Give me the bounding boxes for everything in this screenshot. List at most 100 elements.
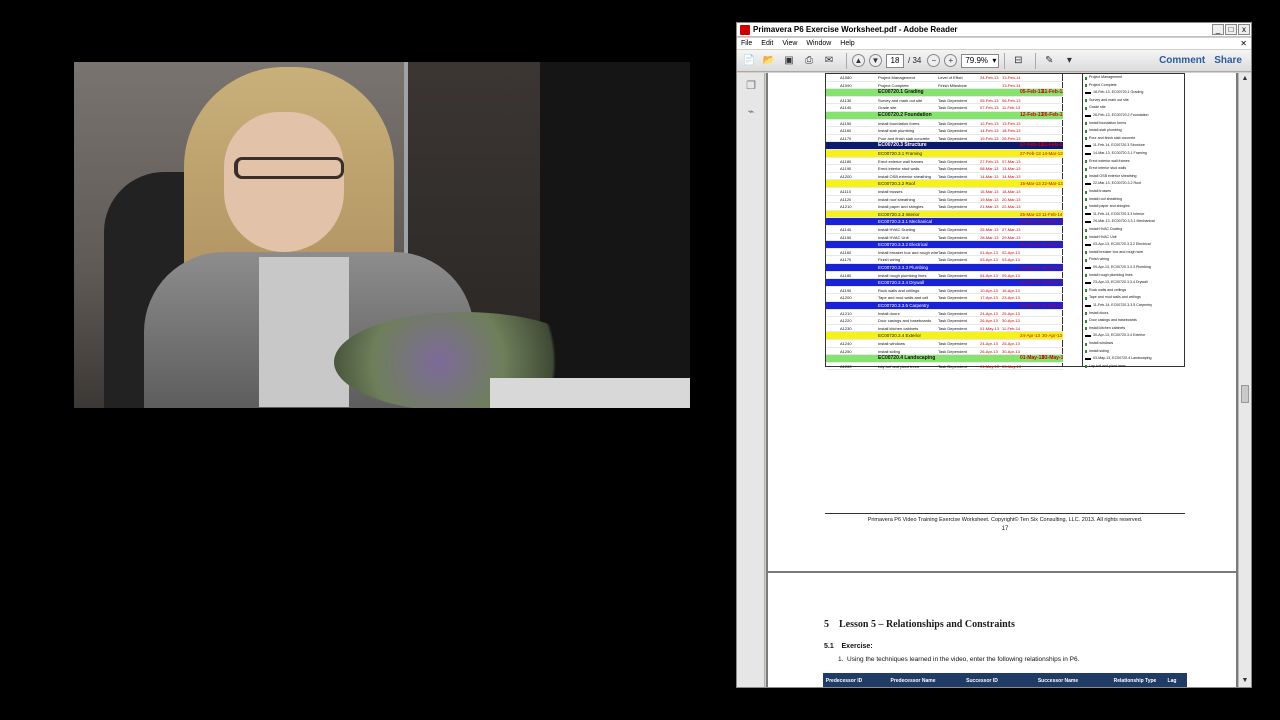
activity-name: Lay turf and plant trees	[878, 363, 919, 369]
maximize-button[interactable]: □	[1225, 24, 1237, 35]
activity-name: Install kitchen cabinets	[878, 325, 919, 331]
gantt-activity-row: A1230 Install kitchen cabinets Task Depend…	[826, 325, 1063, 333]
activity-id: A1220	[840, 318, 852, 324]
gantt-bar-label: Install windows	[1089, 341, 1114, 345]
gantt-bar-label: Finish wiring	[1089, 257, 1109, 262]
gantt-bar-label: 22-Mar-13, EC00720.3.2 Roof	[1093, 181, 1142, 186]
activity-id: A1180	[840, 272, 852, 278]
fit-page-icon[interactable]: ⊟	[1010, 53, 1026, 69]
activity-name: Rock walls and ceilings	[878, 287, 920, 293]
gantt-activity-row: A1190 Rock walls and ceilings Task Depende…	[826, 287, 1063, 295]
menu-file[interactable]: File	[741, 40, 752, 47]
gantt-bar-label: 18-Feb-13, EC00720.1 Grading	[1093, 90, 1144, 95]
gantt-activity-row: A1170 Finish wiring Task Dependent 03-Apr-1…	[826, 256, 1063, 264]
start-date: 26-Apr-13	[980, 348, 998, 354]
next-page-icon[interactable]: ▼	[869, 54, 882, 67]
gantt-activity-row: A1080 Project Management Level of Effort 24…	[826, 74, 1063, 82]
zoom-out-icon[interactable]: −	[927, 54, 941, 67]
sign-tools-icon[interactable]: ✎	[1041, 53, 1057, 69]
start-date: 07-Feb-13	[980, 105, 999, 111]
vertical-scrollbar[interactable]: ▲ ▼	[1238, 73, 1251, 687]
page-footer: Primavera P6 Video Training Exercise Wor…	[867, 517, 1143, 523]
activity-type: Task Dependent	[938, 272, 967, 278]
gantt-activity-row: A1150 Install foundation forms Task Depend…	[826, 120, 1063, 128]
gantt-bar	[1085, 365, 1087, 369]
adobe-reader-window: Primavera P6 Exercise Worksheet.pdf - Ad…	[736, 22, 1252, 688]
open-icon[interactable]: 📂	[761, 53, 777, 69]
screen: Primavera P6 Exercise Worksheet.pdf - Ad…	[0, 0, 1280, 720]
menu-edit[interactable]: Edit	[761, 40, 773, 47]
page-number-input[interactable]: 18	[886, 53, 904, 68]
minimize-button[interactable]: _	[1212, 24, 1224, 35]
navigation-pane: ❐ ⌁	[737, 73, 765, 687]
gantt-activity-row: A1260 Lay turf and plant trees Task Depend…	[826, 363, 1063, 371]
zoom-in-icon[interactable]: +	[944, 54, 958, 67]
scroll-down-icon[interactable]: ▼	[1239, 675, 1251, 687]
start-date: 15-Mar-13	[1020, 181, 1041, 187]
gantt-bar	[1085, 304, 1091, 307]
activity-type: Task Dependent	[938, 363, 967, 369]
dropdown-chevron-icon[interactable]: ▾	[1061, 53, 1077, 69]
gantt-wbs-row: EC00720.3.1 Framing 27-Feb-1314-Mar-13	[826, 150, 1063, 158]
gantt-bar-label: Install doors	[1089, 310, 1109, 315]
menu-view[interactable]: View	[782, 40, 797, 47]
activity-type: Task Dependent	[938, 158, 967, 164]
section-heading: 5 Lesson 5 – Relationships and Constrain…	[824, 619, 1015, 630]
zoom-level-select[interactable]: 79.9%	[961, 53, 1000, 68]
activity-name: Door casings and baseboards	[878, 318, 932, 324]
email-icon[interactable]: ✉	[821, 53, 837, 69]
close-button[interactable]: x	[1238, 24, 1250, 35]
gantt-activity-row: A1110 Install trusses Task Dependent 15-Mar…	[826, 188, 1063, 196]
activity-name: Install HVAC Unit	[878, 234, 909, 240]
start-date: 25-Mar-13	[1020, 211, 1041, 217]
finish-date: 26-Feb-13	[1002, 135, 1021, 141]
activity-type: Task Dependent	[938, 227, 967, 232]
scroll-thumb[interactable]	[1241, 385, 1249, 403]
page-thumbnails-icon[interactable]: ❐	[744, 79, 758, 95]
presenter-glasses	[234, 157, 344, 179]
subsection-title: Exercise:	[841, 643, 873, 650]
gantt-activity-row: A1210 Install paper and shingles Task Depe…	[826, 203, 1063, 211]
gantt-bar	[1085, 251, 1087, 255]
gantt-bar	[1085, 357, 1091, 360]
scroll-up-icon[interactable]: ▲	[1239, 73, 1251, 85]
pdf-page-18: 5 Lesson 5 – Relationships and Constrain…	[768, 573, 1236, 687]
start-date: 19-Mar-13	[980, 196, 999, 202]
gantt-bar	[1085, 258, 1087, 262]
print-icon[interactable]: ⎙	[801, 53, 817, 69]
gantt-activity-row: A1180 Install rough plumbing lines Task De…	[826, 272, 1063, 280]
gantt-bar	[1085, 350, 1087, 354]
close-document-icon[interactable]: ✕	[1240, 39, 1247, 48]
gantt-activity-row: A1210 Install doors Task Dependent 24-Apr-1…	[826, 310, 1063, 318]
start-date: 04-Apr-13	[1020, 265, 1041, 270]
activity-id: A1260	[840, 363, 852, 369]
activity-name: Install roof sheathing	[878, 196, 915, 202]
attachments-icon[interactable]: ⌁	[744, 105, 758, 121]
activity-type: Task Dependent	[938, 105, 967, 111]
activity-name: EC00720.3.3.5 Carpentry	[878, 303, 930, 308]
start-date: 26-Apr-13	[980, 318, 998, 324]
comment-button[interactable]: Comment	[1159, 55, 1205, 66]
gantt-bar	[1085, 228, 1087, 232]
finish-date: 26-Feb-13	[1042, 112, 1063, 118]
gantt-bar-label: 29-Mar-13, EC00720.3.3.1 Mechanical	[1093, 219, 1155, 224]
gantt-bar-label: Tape and mud walls and ceilings	[1089, 295, 1141, 300]
activity-id: A1200	[840, 295, 852, 301]
activity-type: Task Dependent	[938, 341, 967, 346]
gantt-bar	[1085, 327, 1087, 331]
activity-name: Install slab plumbing	[878, 128, 915, 134]
activity-name: EC00720.1 Grading	[878, 89, 924, 96]
share-button[interactable]: Share	[1214, 55, 1242, 66]
gantt-bar-label: Door casings and baseboards	[1089, 318, 1137, 323]
gantt-activity-row: A1180 Erect exterior wall frames Task Depe…	[826, 158, 1063, 166]
save-icon[interactable]: ▣	[781, 53, 797, 69]
create-pdf-icon[interactable]: 📄	[741, 53, 757, 69]
gantt-bar	[1085, 76, 1087, 80]
menu-window[interactable]: Window	[806, 40, 831, 47]
finish-date: 03-May-13	[1002, 363, 1022, 369]
previous-page-icon[interactable]: ▲	[852, 54, 865, 67]
finish-date: 30-Apr-13	[1042, 333, 1063, 339]
start-date: 05-Feb-13	[980, 97, 999, 103]
menu-help[interactable]: Help	[840, 40, 854, 47]
document-view[interactable]: A1080 Project Management Level of Effort 24…	[766, 73, 1239, 687]
